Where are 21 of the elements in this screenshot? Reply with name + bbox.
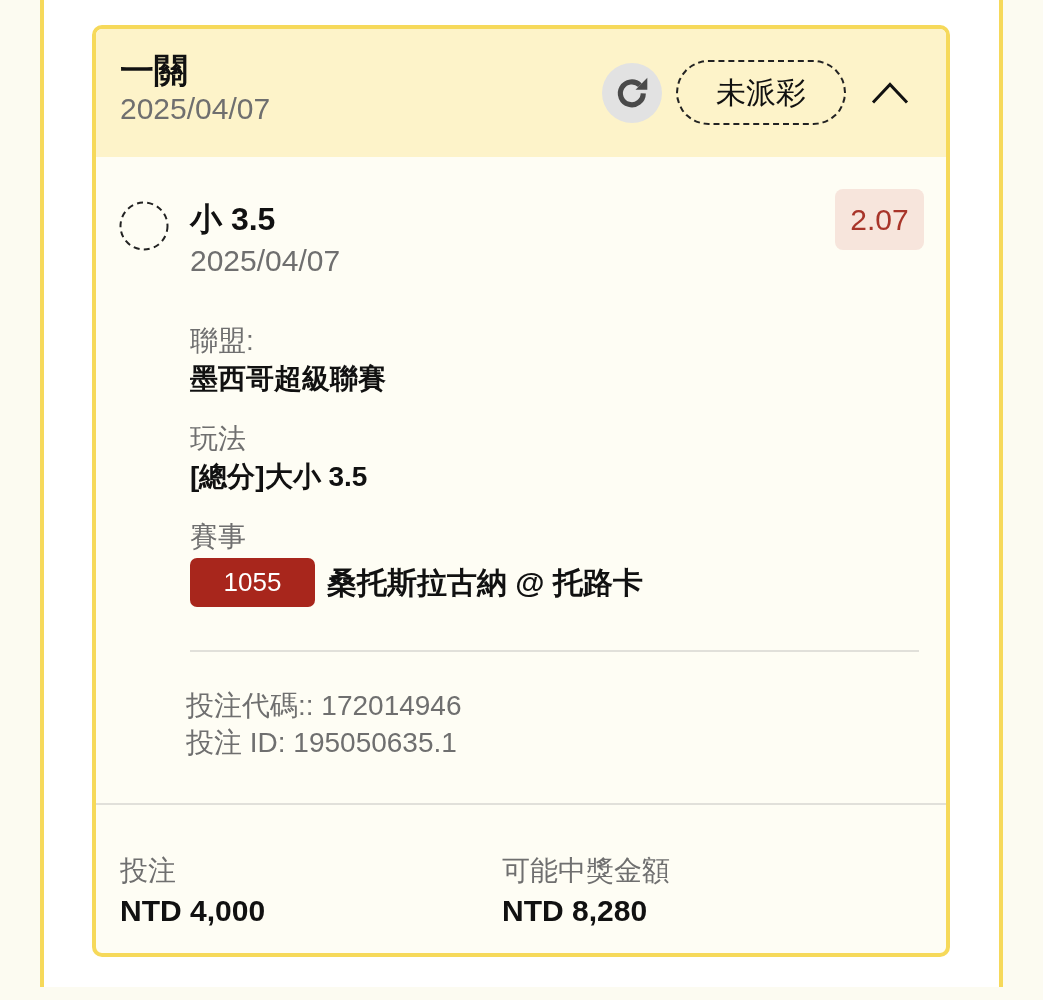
odds-value: 2.07 [835, 189, 924, 250]
bet-type-title: 一關 [120, 50, 189, 90]
dashed-circle-icon [119, 201, 169, 251]
detail-label: 玩法 [190, 422, 247, 456]
bet-code-text: 投注 ID: 195050635.1 [186, 726, 458, 760]
detail-label: 聯盟: [190, 324, 255, 358]
chevron-up-icon[interactable] [870, 80, 910, 105]
selection-name: 小 3.5 [190, 200, 277, 239]
match-number-tag: 1055 [190, 558, 315, 607]
amount-label: 可能中獎金額 [502, 854, 671, 888]
selection-date: 2025/04/07 [190, 243, 341, 279]
status-tag: 未派彩 [676, 60, 846, 125]
detail-value: 墨西哥超級聯賽 [190, 362, 387, 396]
detail-label: 賽事 [190, 520, 247, 554]
detail-value: 桑托斯拉古納 @ 托路卡 [327, 564, 643, 601]
amount-value: NTD 4,000 [120, 893, 267, 929]
amount-label: 投注 [120, 854, 177, 888]
detail-value: [總分]大小 3.5 [190, 460, 369, 494]
bet-date: 2025/04/07 [120, 91, 271, 127]
amount-value: NTD 8,280 [502, 893, 649, 929]
bet-code-text: 投注代碼:: 172014946 [186, 689, 463, 723]
